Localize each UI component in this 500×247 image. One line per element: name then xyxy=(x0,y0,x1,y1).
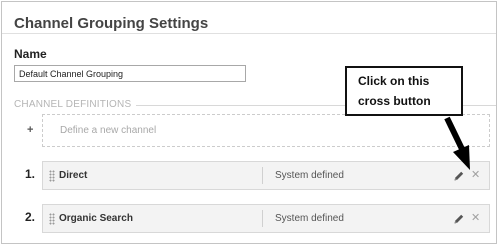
channel-number: 1. xyxy=(25,167,36,181)
callout-line: Click on this xyxy=(358,74,430,88)
title-divider xyxy=(2,33,496,34)
name-label: Name xyxy=(14,47,47,61)
channel-name: Direct xyxy=(59,170,88,181)
pencil-icon[interactable] xyxy=(453,170,465,182)
pencil-icon[interactable] xyxy=(453,213,465,225)
section-label-channel-definitions: CHANNEL DEFINITIONS xyxy=(14,99,132,110)
annotation-callout: Click on this cross button xyxy=(345,66,463,116)
drag-handle-icon[interactable] xyxy=(49,213,55,225)
channel-type: System defined xyxy=(275,213,344,224)
channel-row-organic-search[interactable]: Organic Search System defined ✕ xyxy=(42,204,490,233)
channel-name: Organic Search xyxy=(59,213,133,224)
define-new-channel-label: Define a new channel xyxy=(60,125,157,136)
page-title: Channel Grouping Settings xyxy=(14,15,209,32)
name-field[interactable] xyxy=(14,65,246,82)
channel-type: System defined xyxy=(275,170,344,181)
column-divider xyxy=(262,210,263,227)
drag-handle-icon[interactable] xyxy=(49,170,55,182)
column-divider xyxy=(262,167,263,184)
close-icon[interactable]: ✕ xyxy=(471,212,480,224)
define-new-channel-button[interactable]: Define a new channel xyxy=(42,114,490,147)
channel-number: 2. xyxy=(25,210,36,224)
callout-line: cross button xyxy=(358,94,431,108)
channel-row-direct[interactable]: Direct System defined ✕ xyxy=(42,161,490,190)
close-icon[interactable]: ✕ xyxy=(471,169,480,181)
plus-icon: + xyxy=(27,124,34,136)
